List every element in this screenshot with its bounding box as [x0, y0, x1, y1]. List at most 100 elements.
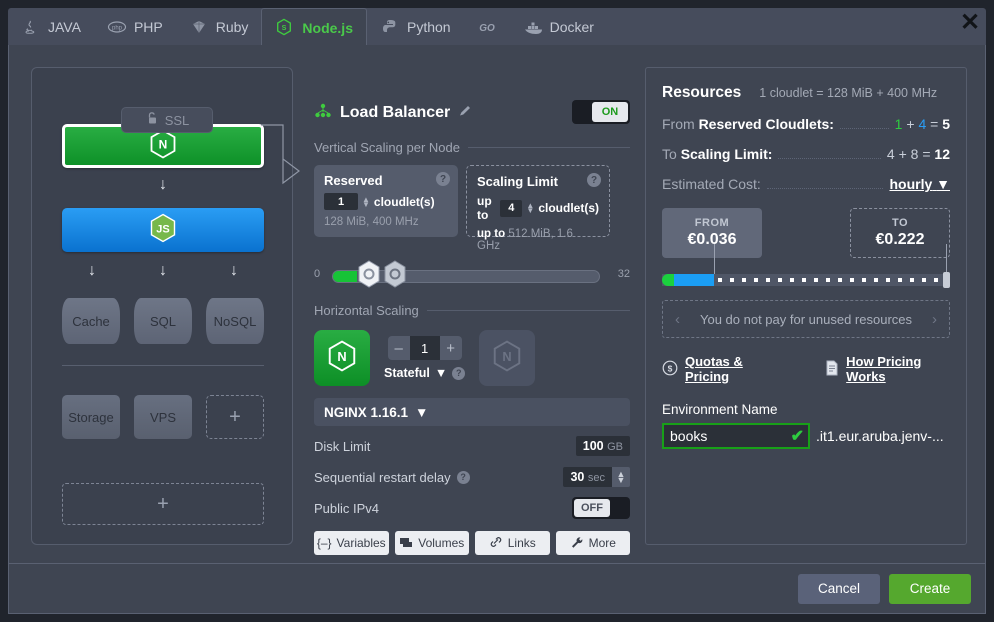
slider-fill [333, 271, 357, 282]
pencil-icon[interactable] [458, 104, 472, 123]
cost-period-dropdown[interactable]: hourly ▼ [889, 176, 950, 192]
node-count-value[interactable]: 1 [410, 336, 440, 360]
how-pricing-works-link[interactable]: How Pricing Works [825, 354, 950, 384]
topology-arrow: ↓ [228, 264, 240, 278]
horizontal-scaling-header: Horizontal Scaling [314, 303, 630, 318]
volumes-button[interactable]: Volumes [395, 531, 470, 555]
create-environment-dialog: JAVA php PHP Ruby S Node.js Python [0, 0, 994, 622]
links-button[interactable]: Links [475, 531, 550, 555]
price-to-box: TO €0.222 [850, 208, 950, 258]
tab-docker[interactable]: Docker [510, 8, 607, 46]
storage-node[interactable]: Storage [62, 395, 120, 439]
to-scaling-row: To Scaling Limit: 4 + 8 = 12 [662, 146, 950, 162]
wrench-icon [570, 536, 584, 551]
tab-label: PHP [134, 19, 163, 35]
topology-divider [62, 365, 264, 366]
more-button[interactable]: More [556, 531, 631, 555]
help-icon[interactable]: ? [457, 471, 470, 484]
ghost-node-tile[interactable]: N [479, 330, 535, 386]
restart-delay-control[interactable]: 30 sec ▲▼ [563, 467, 630, 487]
topology-arrow: ↓ [157, 264, 169, 278]
nginx-hex-icon: N [492, 340, 522, 377]
vps-node[interactable]: VPS [134, 395, 192, 439]
reserved-stepper[interactable]: ▲▼ [362, 197, 370, 207]
reserved-cloudlets-input[interactable]: 1 [324, 193, 358, 210]
vertical-scaling-slider[interactable]: 0 32 [314, 261, 630, 289]
resources-title: Resources [662, 84, 741, 102]
price-slider-handle[interactable] [943, 272, 950, 288]
topology-database-row: Cache SQL NoSQL [62, 298, 264, 344]
help-icon[interactable]: ? [436, 172, 450, 186]
svg-text:N: N [337, 348, 346, 363]
add-extra-node-button[interactable]: + [206, 395, 264, 439]
from-reserved-value: 1 + 4 = 5 [895, 116, 950, 132]
restart-delay-value[interactable]: 30 sec [563, 467, 612, 487]
topology-extras-row: Storage VPS + [62, 395, 264, 439]
reserved-unit: cloudlet(s) [374, 195, 435, 209]
tab-php[interactable]: php PHP [94, 8, 176, 46]
nodejs-hex-icon: JS [149, 213, 177, 248]
disk-limit-label: Disk Limit [314, 439, 370, 454]
public-ipv4-label: Public IPv4 [314, 501, 379, 516]
engine-select[interactable]: NGINX 1.16.1 ▼ [314, 398, 630, 426]
slider-handle-reserved[interactable] [356, 260, 382, 288]
restart-delay-unit: sec [588, 472, 605, 484]
scaling-limit-input[interactable]: 4 [500, 200, 522, 217]
tab-java[interactable]: JAVA [8, 8, 94, 46]
from-b: 4 [918, 116, 926, 132]
leader-dots [767, 188, 884, 189]
decrease-nodes-button[interactable]: – [388, 336, 410, 360]
create-button[interactable]: Create [889, 574, 971, 604]
scaling-limit-stepper[interactable]: ▲▼ [526, 203, 534, 213]
slider-min-label: 0 [314, 268, 320, 280]
scaling-cards: ? Reserved 1 ▲▼ cloudlet(s) 128 MiB, 400… [314, 165, 630, 237]
topology-arrow: ↓ [157, 178, 169, 192]
node-label: VPS [150, 410, 176, 425]
stateful-dropdown[interactable]: Stateful ▼ ? [384, 366, 465, 380]
active-node-tile[interactable]: N [314, 330, 370, 386]
close-icon[interactable]: ✕ [958, 12, 982, 36]
svg-text:GO: GO [479, 23, 495, 34]
ssl-badge[interactable]: SSL [121, 107, 213, 133]
cache-node[interactable]: Cache [62, 298, 120, 344]
tab-nodejs[interactable]: S Node.js [261, 8, 367, 47]
cancel-button[interactable]: Cancel [798, 574, 880, 604]
quotas-pricing-link[interactable]: $ Quotas & Pricing [662, 354, 777, 384]
increase-nodes-button[interactable]: + [440, 336, 462, 360]
slider-handle-limit[interactable] [382, 260, 408, 288]
add-layer-button[interactable]: + [62, 483, 264, 525]
restart-delay-stepper[interactable]: ▲▼ [612, 467, 630, 487]
node-count-stepper[interactable]: – 1 + [388, 336, 462, 360]
nodejs-icon: S [275, 18, 295, 38]
topology-app-node[interactable]: JS [62, 208, 264, 252]
sql-node[interactable]: SQL [134, 298, 192, 344]
resources-panel: Resources 1 cloudlet = 128 MiB + 400 MHz… [645, 67, 967, 545]
loadbalancer-title: Load Balancer [340, 104, 450, 122]
public-ipv4-toggle[interactable]: OFF [572, 497, 630, 519]
loadbalancer-toggle[interactable]: ON [572, 100, 630, 124]
scaling-limit-unit: cloudlet(s) [538, 201, 599, 215]
environment-name-row: books ✔ .it1.eur.aruba.jenv-... [662, 423, 950, 449]
help-icon[interactable]: ? [452, 367, 465, 380]
price-slider[interactable] [662, 272, 950, 288]
disk-limit-value[interactable]: 100 GB [576, 436, 630, 456]
tab-python[interactable]: Python [367, 8, 464, 46]
leader-dots [778, 158, 880, 159]
document-icon [825, 360, 839, 379]
notice-prev-arrow[interactable]: ‹ [675, 311, 680, 328]
environment-name-input[interactable]: books ✔ [662, 423, 810, 449]
cost-period-label: hourly [889, 176, 932, 192]
price-slider-fill [662, 274, 714, 286]
variables-button[interactable]: {–} Variables [314, 531, 389, 555]
nosql-node[interactable]: NoSQL [206, 298, 264, 344]
tab-go[interactable]: GO GO [464, 8, 510, 46]
notice-next-arrow[interactable]: › [932, 311, 937, 328]
restart-delay-label: Sequential restart delay ? [314, 470, 470, 485]
node-label: Storage [68, 410, 114, 425]
to-scaling-value: 4 + 8 = 12 [887, 146, 950, 162]
tab-ruby[interactable]: Ruby [176, 8, 262, 46]
from-bold: Reserved Cloudlets: [699, 116, 834, 132]
header-rule [468, 147, 630, 148]
loadbalancer-header: Load Balancer ON [314, 100, 630, 126]
help-icon[interactable]: ? [587, 173, 601, 187]
